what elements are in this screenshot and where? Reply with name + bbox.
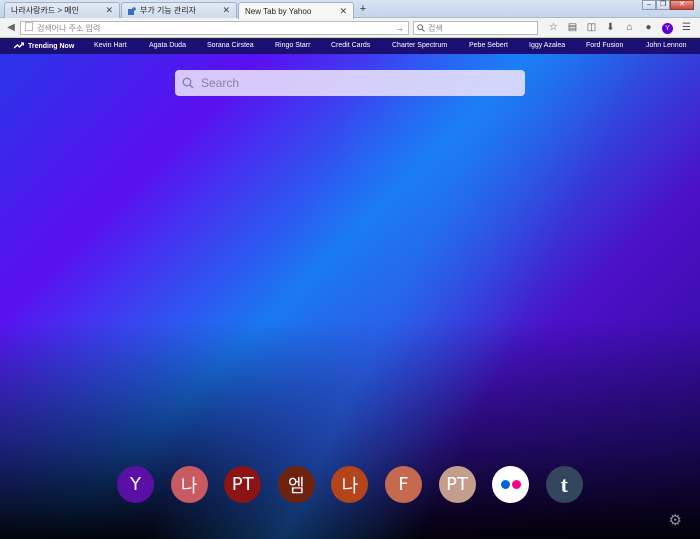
url-placeholder: 검색어나 주소 입력 bbox=[37, 23, 101, 33]
yahoo-search-box[interactable] bbox=[175, 70, 525, 96]
browser-search-placeholder: 검색 bbox=[428, 23, 443, 33]
search-icon bbox=[182, 77, 194, 89]
trending-heading[interactable]: Trending Now bbox=[0, 42, 90, 51]
tab-2[interactable]: 부가 기능 관리자 ✕ bbox=[121, 2, 237, 18]
shortcut-tiles: Y 나 PT 엠 나 F PT t bbox=[117, 466, 599, 503]
shortcut-tumblr[interactable]: t bbox=[545, 466, 583, 503]
tab-3[interactable]: New Tab by Yahoo ✕ bbox=[238, 2, 354, 19]
shortcut-f[interactable]: F bbox=[384, 466, 422, 503]
toolbar-icons: ☆ ▤ ◫ ⬇ ⌂ ● Y ☰ bbox=[544, 20, 696, 36]
shortcut-na-2[interactable]: 나 bbox=[331, 466, 369, 503]
chat-icon[interactable]: ● bbox=[639, 20, 658, 36]
trending-item[interactable]: Credit Cards bbox=[331, 42, 370, 49]
trending-item[interactable]: Pebe Sebert bbox=[469, 42, 508, 49]
trending-item[interactable]: Ringo Starr bbox=[275, 42, 310, 49]
pocket-icon[interactable]: ◫ bbox=[582, 20, 601, 36]
hamburger-menu-icon[interactable]: ☰ bbox=[677, 20, 696, 36]
tumblr-icon: t bbox=[560, 471, 568, 497]
browser-search-bar[interactable]: 검색 bbox=[413, 21, 538, 35]
flickr-blue-dot bbox=[500, 480, 510, 489]
home-icon[interactable]: ⌂ bbox=[620, 20, 639, 36]
shortcut-label: 엠 bbox=[288, 475, 305, 497]
bookmarks-list-icon[interactable]: ▤ bbox=[563, 20, 582, 36]
shortcut-em[interactable]: 엠 bbox=[277, 466, 315, 503]
tab-close-icon[interactable]: ✕ bbox=[222, 5, 230, 16]
trending-item[interactable]: John Lennon bbox=[646, 42, 686, 49]
tab-strip: 나라사랑카드 > 메인 ✕ 부가 기능 관리자 ✕ New Tab by Yah… bbox=[0, 0, 700, 19]
search-input[interactable] bbox=[201, 76, 501, 90]
shortcut-pt-2[interactable]: PT bbox=[438, 466, 476, 503]
shortcut-na-1[interactable]: 나 bbox=[170, 466, 208, 503]
tab-title: New Tab by Yahoo bbox=[245, 6, 312, 16]
new-tab-button[interactable]: + bbox=[356, 2, 370, 16]
trending-item[interactable]: Agata Duda bbox=[149, 42, 186, 49]
shortcut-flickr[interactable] bbox=[492, 466, 530, 503]
restore-icon[interactable]: ❐ bbox=[656, 0, 670, 10]
url-bar[interactable]: 검색어나 주소 입력 → bbox=[20, 21, 409, 35]
nav-toolbar: ◀ 검색어나 주소 입력 → 검색 ☆ ▤ ◫ ⬇ ⌂ ● Y ☰ bbox=[0, 18, 700, 38]
shortcut-pt-1[interactable]: PT bbox=[224, 466, 262, 503]
shortcut-label: 나 bbox=[180, 475, 198, 497]
shortcut-label: PT bbox=[446, 474, 468, 495]
new-tab-page: Y 나 PT 엠 나 F PT t ⚙ bbox=[0, 54, 700, 539]
shortcut-label: 나 bbox=[341, 475, 359, 497]
settings-gear-icon[interactable]: ⚙ bbox=[669, 511, 682, 529]
trending-item[interactable]: Iggy Azalea bbox=[529, 42, 565, 49]
search-icon bbox=[417, 24, 425, 32]
yahoo-extension-icon[interactable]: Y bbox=[658, 20, 677, 36]
go-arrow-icon[interactable]: → bbox=[395, 23, 404, 33]
flickr-pink-dot bbox=[511, 480, 521, 489]
trending-item[interactable]: Charter Spectrum bbox=[392, 42, 447, 49]
shortcut-label: F bbox=[398, 474, 409, 495]
trending-bar: Trending Now Kevin Hart Agata Duda Soran… bbox=[0, 39, 700, 54]
shortcut-label: Y bbox=[130, 474, 141, 495]
trending-item[interactable]: Kevin Hart bbox=[94, 42, 127, 49]
window-controls: – ❐ ✕ bbox=[642, 0, 694, 10]
puzzle-icon bbox=[128, 6, 136, 15]
download-icon[interactable]: ⬇ bbox=[601, 20, 620, 36]
back-arrow-icon[interactable]: ◀ bbox=[4, 21, 18, 35]
trending-heading-label: Trending Now bbox=[28, 43, 75, 50]
bookmark-star-icon[interactable]: ☆ bbox=[544, 20, 563, 36]
tab-close-icon[interactable]: ✕ bbox=[339, 6, 347, 17]
trending-arrow-icon bbox=[13, 42, 25, 51]
trending-item[interactable]: Sorana Cirstea bbox=[207, 42, 254, 49]
shortcut-label: PT bbox=[231, 474, 254, 495]
page-icon bbox=[25, 22, 33, 34]
shortcut-yahoo[interactable]: Y bbox=[117, 466, 154, 503]
tab-title: 부가 기능 관리자 bbox=[140, 6, 196, 15]
trending-item[interactable]: Ford Fusion bbox=[586, 42, 623, 49]
tab-1[interactable]: 나라사랑카드 > 메인 ✕ bbox=[4, 2, 120, 18]
tab-title: 나라사랑카드 > 메인 bbox=[11, 6, 79, 15]
tab-close-icon[interactable]: ✕ bbox=[105, 5, 113, 16]
minimize-icon[interactable]: – bbox=[642, 0, 656, 10]
close-window-icon[interactable]: ✕ bbox=[670, 0, 694, 10]
